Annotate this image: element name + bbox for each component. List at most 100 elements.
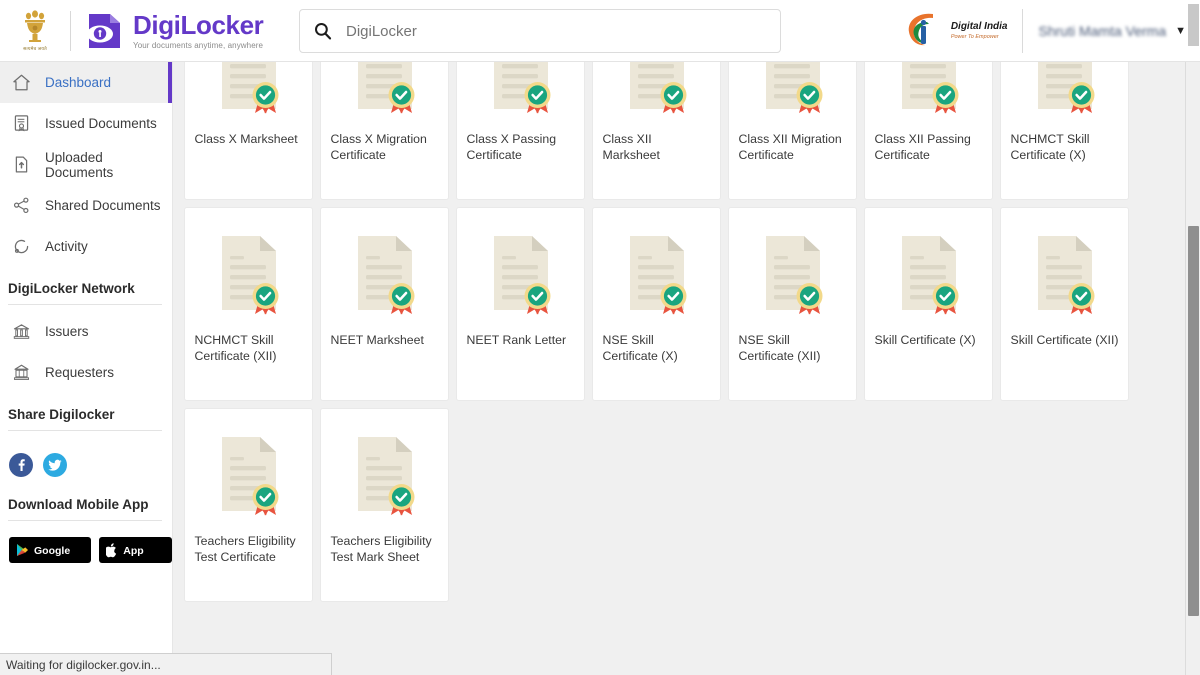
twitter-icon[interactable] [43,453,67,477]
document-card[interactable]: Class XII Passing Certificate [864,62,993,200]
apple-icon [106,543,118,558]
document-card[interactable]: NSE Skill Certificate (XII) [728,207,857,401]
document-card[interactable]: NEET Marksheet [320,207,449,401]
share-digilocker-heading: Share Digilocker [0,393,172,430]
verified-document-icon [210,431,288,517]
sidebar-item-dashboard[interactable]: Dashboard [0,62,172,103]
digital-india-subtitle: Power To Empower [951,34,1008,40]
document-title: Class XII Marksheet [603,131,711,163]
bank-icon [10,321,32,343]
document-title: Teachers Eligibility Test Certificate [195,533,303,565]
document-card[interactable]: Skill Certificate (X) [864,207,993,401]
document-card[interactable]: Class X Migration Certificate [320,62,449,200]
sidebar-item-issued-documents[interactable]: Issued Documents [0,103,172,144]
document-row: Class X Marksheet Class X Migration Cert… [184,62,1174,200]
vertical-scrollbar[interactable] [1185,62,1200,675]
document-title: NEET Marksheet [331,332,439,348]
document-title: Skill Certificate (X) [875,332,983,348]
verified-document-icon [618,62,696,115]
document-title: NEET Rank Letter [467,332,575,348]
sidebar-item-label: Dashboard [45,75,111,90]
google-play-badge[interactable]: ANDROID APP ON Google play [9,537,91,563]
header-divider [70,11,71,51]
document-card[interactable]: Class X Marksheet [184,62,313,200]
document-card[interactable]: NCHMCT Skill Certificate (X) [1000,62,1129,200]
brand-logo-link[interactable]: DigiLocker Your documents anytime, anywh… [83,9,263,53]
document-card[interactable]: Class XII Migration Certificate [728,62,857,200]
document-title: Class X Migration Certificate [331,131,439,163]
document-row: Teachers Eligibility Test Certificate Te… [184,408,1174,602]
section-divider [8,520,162,521]
verified-document-icon [1026,230,1104,316]
sidebar-navigation: Dashboard Issued Documents [0,62,173,675]
verified-document-icon [482,62,560,115]
building-icon [10,362,32,384]
document-card[interactable]: NCHMCT Skill Certificate (XII) [184,207,313,401]
facebook-icon[interactable] [9,453,33,477]
social-links [0,437,172,483]
document-card[interactable]: NEET Rank Letter [456,207,585,401]
digilocker-logo-icon [83,9,127,53]
sidebar-item-shared-documents[interactable]: Shared Documents [0,185,172,226]
verified-document-icon [754,230,832,316]
document-card[interactable]: Teachers Eligibility Test Certificate [184,408,313,602]
document-title: Teachers Eligibility Test Mark Sheet [331,533,439,565]
document-title: Class XII Passing Certificate [875,131,983,163]
verified-document-icon [890,230,968,316]
app-store-badges: ANDROID APP ON Google play Available on … [0,527,172,563]
status-text: Waiting for digilocker.gov.in... [6,658,161,672]
sidebar-item-activity[interactable]: Activity [0,226,172,267]
digilocker-dashboard-page: सत्यमेव जयते DigiLocker Your documents a… [0,0,1200,675]
sidebar-item-label: Issued Documents [45,116,157,131]
brand-name: DigiLocker [133,12,263,38]
section-divider [8,304,162,305]
store-badge-sub: Available on the [123,532,158,537]
verified-document-icon [890,62,968,115]
store-badge-main: Google play [34,545,70,575]
sidebar-item-requesters[interactable]: Requesters [0,352,172,393]
sidebar-item-uploaded-documents[interactable]: Uploaded Documents [0,144,172,185]
upload-document-icon [10,154,32,176]
emblem-caption: सत्यमेव जयते [23,46,47,52]
app-store-badge[interactable]: Available on the App Store [99,537,172,563]
search-input[interactable] [346,23,746,40]
verified-document-icon [482,230,560,316]
download-mobile-app-heading: Download Mobile App [0,483,172,520]
verified-document-icon [618,230,696,316]
document-title: NSE Skill Certificate (XII) [739,332,847,364]
document-row: NCHMCT Skill Certificate (XII) NEET Mark… [184,207,1174,401]
header-right-section: Digital India Power To Empower Shruti Ma… [903,0,1200,62]
sidebar-item-label: Activity [45,239,88,254]
document-card[interactable]: Teachers Eligibility Test Mark Sheet [320,408,449,602]
sidebar-item-issuers[interactable]: Issuers [0,311,172,352]
sidebar-item-label: Shared Documents [45,198,161,213]
sidebar-item-label: Issuers [45,324,89,339]
document-title: Class XII Migration Certificate [739,131,847,163]
digital-india-logo: Digital India Power To Empower [903,8,1008,54]
scrollbar-top-segment[interactable] [1188,4,1199,46]
document-title: NCHMCT Skill Certificate (X) [1011,131,1119,163]
verified-document-icon [346,62,424,115]
document-title: NSE Skill Certificate (X) [603,332,711,364]
digital-india-title: Digital India [951,22,1008,32]
user-account-menu[interactable]: Shruti Mamta Verma ▼ [1039,23,1200,39]
scrollbar-thumb[interactable] [1188,226,1199,616]
search-bar[interactable] [299,9,781,53]
document-title: Class X Marksheet [195,131,303,147]
site-header: सत्यमेव जयते DigiLocker Your documents a… [0,0,1200,62]
india-emblem-icon: सत्यमेव जयते [12,5,58,57]
document-card[interactable]: Class XII Marksheet [592,62,721,200]
document-card[interactable]: Skill Certificate (XII) [1000,207,1129,401]
sidebar-item-label: Uploaded Documents [45,150,172,180]
digital-india-icon [903,10,949,52]
document-card[interactable]: NSE Skill Certificate (X) [592,207,721,401]
section-divider [8,430,162,431]
chevron-down-icon: ▼ [1175,25,1186,37]
verified-document-icon [210,62,288,115]
verified-document-icon [1026,62,1104,115]
document-card[interactable]: Class X Passing Certificate [456,62,585,200]
document-title: NCHMCT Skill Certificate (XII) [195,332,303,364]
user-name: Shruti Mamta Verma [1039,23,1167,39]
document-grid: Class X Marksheet Class X Migration Cert… [184,62,1174,609]
document-grid-area: Class X Marksheet Class X Migration Cert… [173,62,1186,675]
